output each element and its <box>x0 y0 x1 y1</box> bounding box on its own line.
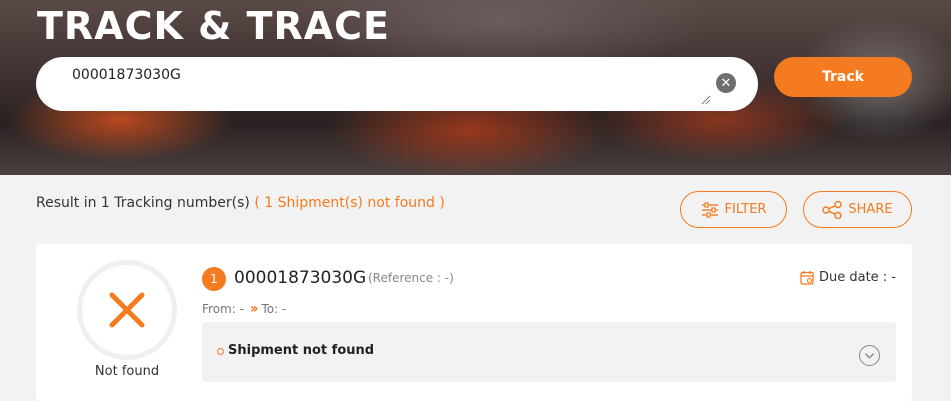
not-found-count: ( 1 Shipment(s) not found ) <box>254 195 445 211</box>
hero-banner: TRACK & TRACE ✕ Track <box>0 0 951 175</box>
search-box: ✕ <box>36 57 758 111</box>
share-label: SHARE <box>848 202 893 217</box>
tracking-number: 00001873030G <box>234 268 367 288</box>
due-date: Due date : - <box>800 270 896 285</box>
result-summary: Result in 1 Tracking number(s) ( 1 Shipm… <box>36 195 445 211</box>
page-title: TRACK & TRACE <box>37 4 390 48</box>
chevron-down-icon[interactable] <box>859 345 880 366</box>
tracking-number-input[interactable] <box>72 67 712 105</box>
track-button[interactable]: Track <box>774 57 912 97</box>
reference: (Reference : -) <box>368 271 454 285</box>
due-date-text: Due date : - <box>818 270 896 285</box>
cross-icon <box>109 292 145 328</box>
share-button[interactable]: SHARE <box>803 191 912 228</box>
result-count-text: Result in 1 Tracking number(s) <box>36 195 250 211</box>
shipment-index-badge: 1 <box>202 267 226 291</box>
double-chevron-right-icon: ›› <box>249 301 258 317</box>
shipment-card: Not found 1 00001873030G (Reference : -)… <box>36 244 912 401</box>
route-to: To: - <box>261 302 287 316</box>
status-panel: Shipment not found <box>202 322 896 382</box>
status-label: Not found <box>94 364 160 379</box>
clear-icon[interactable]: ✕ <box>716 73 736 93</box>
share-icon <box>822 200 843 219</box>
bullet-icon <box>217 348 224 355</box>
route: From: - ›› To: - <box>202 301 286 317</box>
resize-grip-icon[interactable] <box>701 95 711 105</box>
filter-button[interactable]: FILTER <box>680 191 787 228</box>
status-message: Shipment not found <box>228 343 375 358</box>
filter-icon <box>701 201 718 218</box>
status-circle <box>77 260 177 360</box>
route-from: From: - <box>202 302 244 316</box>
filter-label: FILTER <box>724 202 767 217</box>
calendar-icon <box>800 271 814 285</box>
